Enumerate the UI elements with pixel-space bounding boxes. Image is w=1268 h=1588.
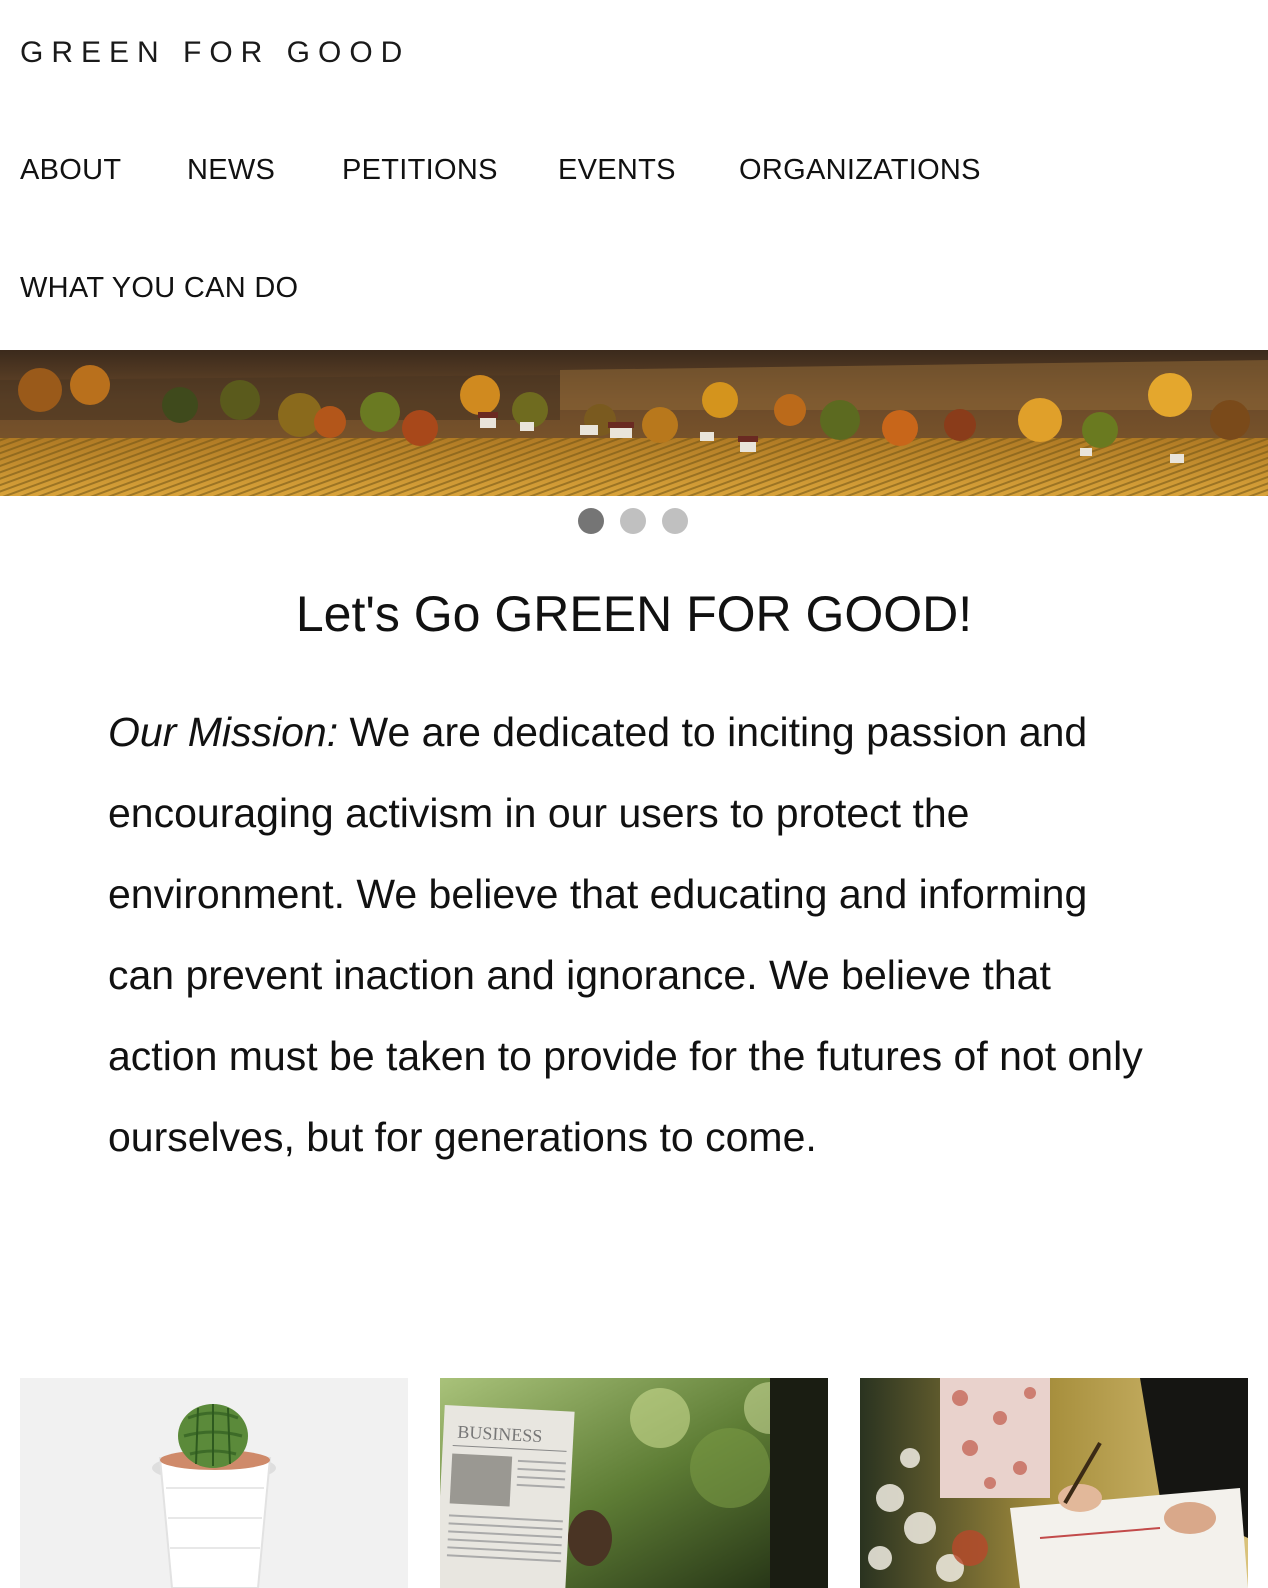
carousel-dot-2[interactable] bbox=[620, 508, 646, 534]
countryside-landscape-image bbox=[0, 350, 1268, 496]
nav-item-petitions[interactable]: PETITIONS bbox=[342, 154, 498, 187]
site-logo[interactable]: GREEN FOR GOOD bbox=[20, 36, 410, 70]
carousel-indicators bbox=[578, 508, 690, 536]
hero-carousel-image[interactable] bbox=[0, 350, 1268, 496]
mission-text: We are dedicated to inciting passion and… bbox=[108, 709, 1143, 1160]
mission-label: Our Mission: bbox=[108, 709, 339, 755]
card-cactus[interactable] bbox=[20, 1378, 408, 1588]
card-petition-signing[interactable] bbox=[860, 1378, 1248, 1588]
nav-item-news[interactable]: NEWS bbox=[187, 154, 275, 187]
newspaper-reader-image: BUSINESS bbox=[440, 1378, 828, 1588]
signing-document-image bbox=[860, 1378, 1248, 1588]
page-headline: Let's Go GREEN FOR GOOD! bbox=[295, 586, 973, 642]
mission-statement: Our Mission: We are dedicated to incitin… bbox=[108, 692, 1160, 1178]
card-newspaper[interactable]: BUSINESS bbox=[440, 1378, 828, 1588]
nav-item-about[interactable]: ABOUT bbox=[20, 154, 121, 187]
nav-item-events[interactable]: EVENTS bbox=[558, 154, 676, 187]
nav-item-organizations[interactable]: ORGANIZATIONS bbox=[739, 154, 981, 187]
feature-cards: BUSINESS bbox=[0, 1378, 1268, 1588]
cactus-image bbox=[20, 1378, 408, 1588]
carousel-dot-1[interactable] bbox=[578, 508, 604, 534]
nav-item-what-you-can-do[interactable]: WHAT YOU CAN DO bbox=[20, 272, 298, 305]
carousel-dot-3[interactable] bbox=[662, 508, 688, 534]
